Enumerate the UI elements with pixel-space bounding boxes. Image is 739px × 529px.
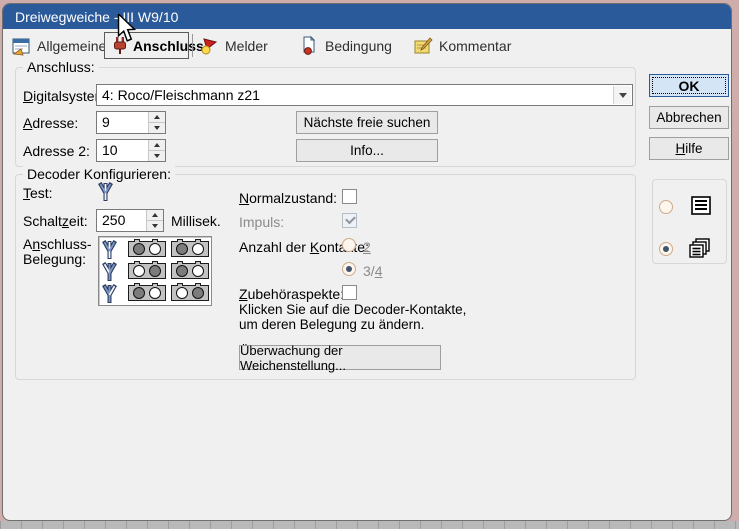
schaltzeit-value: 250 <box>102 212 125 228</box>
adresse-label: Adresse: <box>23 115 78 131</box>
decoder-hint-line2: um deren Belegung zu ändern. <box>239 317 424 332</box>
spinner-down-icon[interactable] <box>149 123 165 133</box>
group-decoder-title: Decoder Konfigurieren: <box>23 166 175 182</box>
belegung-label-2: Belegung: <box>23 251 86 267</box>
tab-divider <box>192 34 193 57</box>
decoder-contact-block[interactable] <box>171 263 209 279</box>
decoder-contact[interactable] <box>149 287 161 299</box>
adresse2-label: Adresse 2: <box>23 143 90 159</box>
decoder-contact[interactable] <box>192 265 204 277</box>
normalzustand-label: Normalzustand: <box>239 190 337 206</box>
stack-view-icon <box>687 236 713 262</box>
spinner-down-icon[interactable] <box>147 221 163 231</box>
belegung-row <box>99 238 211 260</box>
millisek-label: Millisek. <box>171 213 221 229</box>
zubehoeraspekte-label: Zubehöraspekte: <box>239 286 344 302</box>
decoder-contact[interactable] <box>149 243 161 255</box>
abbrechen-button[interactable]: Abbrechen <box>649 106 729 129</box>
spinner-up-icon[interactable] <box>149 112 165 123</box>
titlebar[interactable]: Dreiwegweiche - III W9/10 <box>3 4 731 29</box>
tab-label: Anschluss <box>133 38 204 54</box>
decoder-contact[interactable] <box>133 287 145 299</box>
background-taskbar-strip <box>0 521 739 529</box>
belegung-label-1: Anschluss- <box>23 236 92 252</box>
decoder-hint-line1: Klicken Sie auf die Decoder-Kontakte, <box>239 302 466 317</box>
spinner-down-icon[interactable] <box>149 151 165 161</box>
adresse-value: 9 <box>102 114 110 130</box>
belegung-row <box>99 282 211 304</box>
tab-label: Melder <box>225 38 268 54</box>
decoder-contact-block[interactable] <box>171 241 209 257</box>
decoder-contact[interactable] <box>133 265 145 277</box>
normalzustand-checkbox[interactable] <box>342 189 357 204</box>
decoder-contact[interactable] <box>192 243 204 255</box>
decoder-contact[interactable] <box>133 243 145 255</box>
indicator-icon <box>199 36 219 56</box>
view-stack-radio[interactable] <box>659 242 673 256</box>
decoder-contact-block[interactable] <box>171 285 209 301</box>
tab-kommentar[interactable]: Kommentar <box>413 32 511 59</box>
info-button[interactable]: Info... <box>296 139 438 162</box>
kontakte-2-label: 2 <box>363 239 371 255</box>
turnout-icon[interactable] <box>102 261 117 282</box>
properties-icon <box>11 36 31 56</box>
spinner-up-icon[interactable] <box>149 140 165 151</box>
decoder-contact[interactable] <box>176 243 188 255</box>
list-view-icon <box>690 195 712 217</box>
adresse-spinner[interactable]: 9 <box>96 111 166 134</box>
window-title: Dreiwegweiche - III W9/10 <box>15 9 178 25</box>
kontakte-34-radio[interactable] <box>342 262 356 276</box>
test-label: Test: <box>23 185 53 201</box>
decoder-contact[interactable] <box>176 287 188 299</box>
decoder-contact[interactable] <box>192 287 204 299</box>
turnout-icon[interactable] <box>102 239 117 260</box>
tab-allgemeines[interactable]: Allgemeines <box>11 32 113 59</box>
adresse2-spinner[interactable]: 10 <box>96 139 166 162</box>
dialog-dreiwegweiche: Dreiwegweiche - III W9/10 Allgemeines An… <box>2 3 732 521</box>
schaltzeit-label: Schaltzeit: <box>23 213 88 229</box>
belegung-panel[interactable] <box>98 236 212 306</box>
kontakte-2-radio[interactable] <box>342 238 356 252</box>
tab-bedingung[interactable]: Bedingung <box>299 32 392 59</box>
mouse-cursor-icon <box>117 14 136 46</box>
digitalsystem-combobox[interactable]: 4: Roco/Fleischmann z21 <box>96 84 633 106</box>
impuls-checkbox <box>342 213 357 228</box>
schaltzeit-spinner[interactable]: 250 <box>96 209 164 232</box>
test-turnout-icon[interactable] <box>98 181 113 205</box>
kontakte-34-label: 3/4 <box>363 263 382 279</box>
turnout-icon[interactable] <box>98 181 113 202</box>
adresse2-value: 10 <box>102 142 118 158</box>
comment-icon <box>413 36 433 56</box>
decoder-contact[interactable] <box>149 265 161 277</box>
tab-label: Bedingung <box>325 38 392 54</box>
view-list-radio[interactable] <box>659 200 673 214</box>
ueberwachung-button[interactable]: Überwachung der Weichenstellung... <box>239 345 441 370</box>
turnout-icon[interactable] <box>102 283 117 304</box>
belegung-row <box>99 260 211 282</box>
group-anschluss-title: Anschluss: <box>23 59 99 75</box>
chevron-down-icon[interactable] <box>613 86 631 104</box>
naechste-freie-suchen-button[interactable]: Nächste freie suchen <box>296 111 438 134</box>
tab-melder[interactable]: Melder <box>199 32 268 59</box>
digitalsystem-value: 4: Roco/Fleischmann z21 <box>102 87 260 103</box>
decoder-contact-block[interactable] <box>128 241 166 257</box>
decoder-contact-block[interactable] <box>128 263 166 279</box>
ok-button[interactable]: OK <box>649 74 729 97</box>
condition-icon <box>299 36 319 56</box>
spinner-up-icon[interactable] <box>147 210 163 221</box>
decoder-contact-block[interactable] <box>128 285 166 301</box>
tab-label: Allgemeines <box>37 38 113 54</box>
decoder-contact[interactable] <box>176 265 188 277</box>
zubehoeraspekte-checkbox[interactable] <box>342 285 357 300</box>
hilfe-button[interactable]: Hilfe <box>649 137 729 160</box>
impuls-label: Impuls: <box>239 214 284 230</box>
tab-label: Kommentar <box>439 38 511 54</box>
